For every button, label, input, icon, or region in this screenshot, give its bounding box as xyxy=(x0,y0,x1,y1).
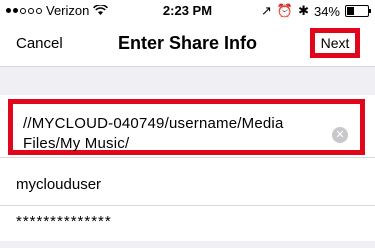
status-right: ↗ ⏰ ✱ 34% xyxy=(260,3,371,19)
battery-fill xyxy=(347,7,354,15)
bluetooth-icon: ✱ xyxy=(298,3,309,18)
section-footer xyxy=(0,241,375,248)
section-separator xyxy=(0,67,375,95)
location-icon: ↗ xyxy=(260,3,272,18)
share-path-highlight: //MYCLOUD-040749/username/Media Files/My… xyxy=(8,99,365,155)
navigation-bar: Cancel Enter Share Info Next xyxy=(0,20,375,67)
clear-icon[interactable]: ✕ xyxy=(332,127,348,143)
alarm-icon: ⏰ xyxy=(276,3,294,18)
share-path-row: //MYCLOUD-040749/username/Media Files/My… xyxy=(0,95,375,158)
next-button[interactable]: Next xyxy=(310,28,360,58)
share-path-field[interactable]: //MYCLOUD-040749/username/Media Files/My… xyxy=(23,114,333,154)
username-row: myclouduser xyxy=(0,165,375,206)
status-bar: Verizon 2:23 PM ↗ ⏰ ✱ 34% xyxy=(0,0,375,20)
battery-icon xyxy=(345,5,371,17)
username-field[interactable]: myclouduser xyxy=(16,176,101,193)
password-row: ************** xyxy=(0,205,375,242)
battery-percent: 34% xyxy=(313,3,340,19)
password-field[interactable]: ************** xyxy=(16,213,112,230)
